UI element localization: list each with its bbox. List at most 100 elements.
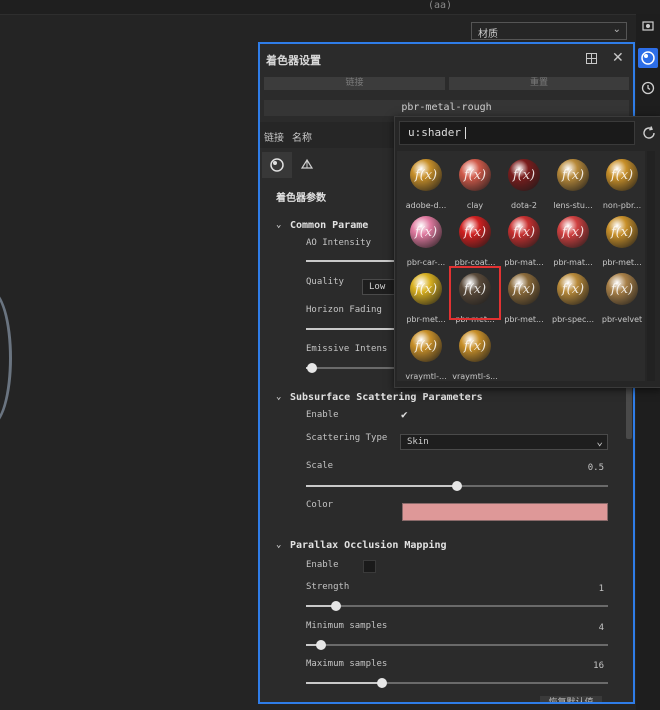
slider-knob[interactable] — [452, 481, 462, 491]
viewport-object-edge — [0, 290, 12, 426]
slider-knob[interactable] — [316, 640, 326, 650]
function-icon: f(x) — [414, 224, 438, 240]
material-preview-ball: f(x) — [606, 273, 638, 305]
refresh-icon[interactable] — [639, 123, 659, 143]
scale-slider[interactable] — [306, 481, 608, 491]
sss-enable-label: Enable — [306, 410, 339, 420]
min-samples-value[interactable]: 4 — [560, 623, 604, 633]
material-preview-ball: f(x) — [459, 159, 491, 191]
close-icon[interactable]: ✕ — [612, 50, 624, 66]
material-item[interactable]: f(x) pbr-met... — [401, 271, 451, 327]
sss-enable-checkbox[interactable]: ✔ — [401, 408, 408, 421]
scale-label: Scale — [306, 461, 334, 471]
function-icon: f(x) — [561, 224, 585, 240]
popup-scrollbar[interactable] — [647, 151, 655, 381]
scattering-type-dropdown[interactable]: Skin ⌄ — [400, 434, 608, 450]
material-item[interactable]: f(x) pbr-met... — [499, 271, 549, 327]
slider-knob[interactable] — [331, 601, 341, 611]
sss-params-title: Subsurface Scattering Parameters — [290, 392, 483, 403]
material-label: non-pbr... — [602, 201, 642, 210]
material-label: pbr-mat... — [553, 258, 593, 267]
function-icon: f(x) — [463, 281, 487, 297]
material-label: pbr-velvet — [601, 315, 643, 324]
material-label: pbr-met... — [602, 258, 642, 267]
material-preview-ball: f(x) — [410, 330, 442, 362]
ao-intensity-slider[interactable] — [306, 260, 396, 262]
material-item[interactable]: f(x) vraymtl-s... — [450, 328, 500, 384]
slider-knob[interactable] — [307, 363, 317, 373]
material-item[interactable]: f(x) non-pbr... — [597, 157, 647, 213]
material-item[interactable]: f(x) pbr-car-... — [401, 214, 451, 270]
function-icon: f(x) — [463, 338, 487, 354]
pom-enable-checkbox[interactable] — [363, 560, 376, 573]
pom-title: Parallax Occlusion Mapping — [290, 540, 447, 551]
material-preview-ball: f(x) — [410, 159, 442, 191]
color-swatch[interactable] — [402, 503, 608, 521]
common-params-header[interactable]: ⌄ Common Parame — [276, 220, 369, 231]
material-label: lens-stu... — [553, 201, 593, 210]
material-preview-ball: f(x) — [508, 273, 540, 305]
material-item[interactable]: f(x) clay — [450, 157, 500, 213]
material-dropdown[interactable]: 材质 ⌄ — [471, 22, 627, 40]
panel-title: 着色器设置 — [266, 54, 321, 67]
strength-slider[interactable] — [306, 601, 608, 611]
slider-knob[interactable] — [377, 678, 387, 688]
shader-params-tab-icon[interactable] — [262, 152, 292, 178]
dock-icon[interactable] — [586, 53, 597, 64]
material-dropdown-label: 材质 — [478, 29, 498, 40]
quality-value: Low — [369, 282, 386, 292]
max-samples-value[interactable]: 16 — [560, 661, 604, 671]
layers-icon[interactable] — [640, 18, 656, 34]
material-preview-ball: f(x) — [508, 159, 540, 191]
min-samples-label: Minimum samples — [306, 621, 388, 631]
tab-name[interactable]: 名称 — [292, 129, 312, 144]
material-item[interactable]: f(x) pbr-velvet — [597, 271, 647, 327]
material-item[interactable]: f(x) pbr-met... — [597, 214, 647, 270]
function-icon: f(x) — [512, 167, 536, 183]
function-icon: f(x) — [561, 167, 585, 183]
material-item[interactable]: f(x) adobe-d... — [401, 157, 451, 213]
material-label: pbr-spec... — [551, 315, 594, 324]
reset-top-button[interactable]: 重置 — [449, 77, 629, 90]
function-icon: f(x) — [463, 167, 487, 183]
chevron-down-icon: ⌄ — [596, 435, 603, 448]
material-item[interactable]: f(x) vraymtl-... — [401, 328, 451, 384]
panel-scrollbar[interactable] — [626, 379, 632, 439]
tab-link[interactable]: 链接 — [264, 129, 284, 144]
pom-header[interactable]: ⌄ Parallax Occlusion Mapping — [276, 540, 447, 551]
material-item[interactable]: f(x) dota-2 — [499, 157, 549, 213]
scattering-type-value: Skin — [407, 437, 429, 447]
material-item[interactable]: f(x) pbr-coat... — [450, 214, 500, 270]
material-item[interactable]: f(x) pbr-met... — [449, 266, 501, 327]
strength-label: Strength — [306, 582, 350, 592]
function-icon: f(x) — [414, 281, 438, 297]
panel-titlebar: 着色器设置 ✕ — [260, 44, 633, 74]
quality-dropdown[interactable]: Low — [362, 279, 398, 295]
search-input[interactable]: u:shader — [399, 121, 635, 145]
material-item[interactable]: f(x) pbr-mat... — [499, 214, 549, 270]
emissive-intensity-slider[interactable] — [306, 363, 396, 373]
geometry-tab-icon[interactable] — [292, 152, 322, 178]
min-samples-slider[interactable] — [306, 640, 608, 650]
material-preview-ball: f(x) — [557, 159, 589, 191]
reset-defaults-button[interactable]: 恢复默认值 — [540, 696, 602, 702]
strength-value[interactable]: 1 — [560, 584, 604, 594]
shader-ball-icon[interactable] — [638, 48, 658, 68]
search-query: u:shader — [408, 126, 461, 139]
common-params-title: Common Parame — [290, 220, 369, 231]
horizon-fading-slider[interactable] — [306, 328, 396, 330]
material-item[interactable]: f(x) pbr-mat... — [548, 214, 598, 270]
material-label: pbr-met... — [406, 315, 446, 324]
material-item[interactable]: f(x) pbr-spec... — [548, 271, 598, 327]
material-label: vraymtl-... — [405, 372, 447, 381]
max-samples-slider[interactable] — [306, 678, 608, 688]
material-grid: f(x) adobe-d... f(x) clay f(x) dota-2 f(x) lens… — [397, 151, 645, 381]
material-item[interactable]: f(x) lens-stu... — [548, 157, 598, 213]
sss-params-header[interactable]: ⌄ Subsurface Scattering Parameters — [276, 392, 483, 403]
history-icon[interactable] — [640, 80, 656, 96]
link-button[interactable]: 链接 — [264, 77, 445, 90]
function-icon: f(x) — [610, 167, 634, 183]
shader-name-field[interactable]: pbr-metal-rough — [264, 100, 629, 116]
scale-value[interactable]: 0.5 — [560, 463, 604, 473]
function-icon: f(x) — [610, 281, 634, 297]
